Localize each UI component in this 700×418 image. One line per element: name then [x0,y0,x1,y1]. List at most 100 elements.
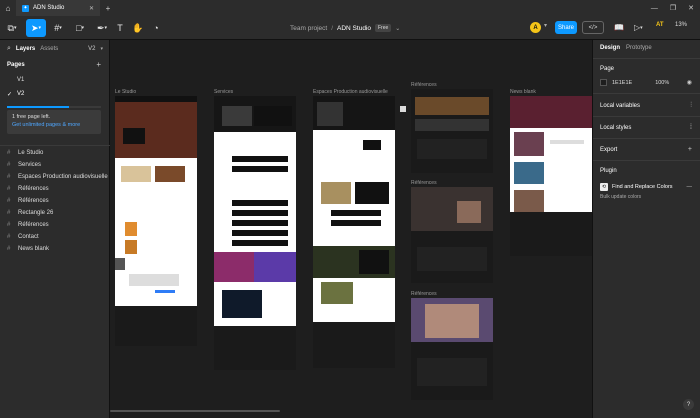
user-avatar[interactable]: A [530,22,541,33]
layer-name: Références [18,222,49,228]
frame-icon: # [7,198,11,204]
export-row[interactable]: Export + [600,146,692,153]
frame-label[interactable]: Services [214,89,233,95]
local-styles-label: Local styles [600,124,632,131]
layer-item[interactable]: # Contact [0,231,110,243]
home-icon[interactable]: ⌂ [0,0,16,16]
chevron-down-icon[interactable]: ⌄ [395,25,400,32]
minus-icon[interactable]: — [687,184,693,190]
frame-services[interactable] [214,96,296,370]
move-tool-icon[interactable]: ➤ ▾ [26,19,46,37]
page-limit-progress [7,106,70,108]
layer-name: Rectangle 26 [18,210,54,216]
chevron-down-icon[interactable]: ▾ [544,22,547,29]
local-styles-row[interactable]: Local styles ⁞ [600,124,692,131]
page-opacity[interactable]: 100% [655,80,669,86]
horizontal-scrollbar[interactable] [110,410,280,412]
layer-name: News blank [18,246,50,252]
chevron-down-icon[interactable]: ▾ [100,46,103,52]
pen-tool-icon[interactable]: ✒ ▾ [94,19,110,37]
pages-header: Pages + [7,60,101,69]
frame-le-studio[interactable] [115,96,197,346]
play-icon[interactable]: ▷ ▾ [634,21,643,34]
right-panel: Design Prototype Page 1E1E1E 100% ◉ Loca… [592,40,700,418]
frame-tool-icon[interactable]: # ▾ [50,19,66,37]
dev-mode-toggle[interactable]: </> [582,21,604,34]
frame-label[interactable]: Références [411,82,437,88]
frame-label[interactable]: Références [411,291,437,297]
help-icon[interactable]: ? [683,399,694,410]
frame-references-1[interactable] [411,89,493,173]
main-menu-icon[interactable]: ⧉ ▾ [4,19,20,37]
selection-square[interactable] [400,106,406,112]
layer-item[interactable]: # Le Studio [0,147,110,159]
share-button[interactable]: Share [555,21,577,34]
layer-item[interactable]: # Références [0,195,110,207]
add-page-icon[interactable]: + [96,60,101,69]
layer-item[interactable]: # Références [0,219,110,231]
tab-design[interactable]: Design [600,45,620,51]
frame-references-3[interactable] [411,298,493,400]
comment-tool-icon[interactable]: ◔ [150,19,162,37]
page-item-v1[interactable]: V1 [7,75,103,85]
page-section-header: Page [600,66,692,72]
plan-badge: Free [375,24,392,32]
plugin-section-header: Plugin [600,168,692,174]
breadcrumb: Team project / ADN Studio Free ⌄ [290,16,400,40]
upgrade-link[interactable]: Get unlimited pages & more [12,122,96,128]
eye-icon[interactable]: ◉ [687,79,692,86]
layer-item[interactable]: # Références [0,183,110,195]
page-color-value[interactable]: 1E1E1E [612,80,632,86]
search-icon[interactable]: ⌕ [7,45,11,53]
zoom-level[interactable]: 13% [675,22,687,28]
close-window-icon[interactable]: ✕ [688,4,694,12]
frame-icon: # [7,174,11,180]
page-item-v2[interactable]: ✓ V2 [7,89,103,99]
frame-icon: # [7,234,11,240]
design-tabs: Design Prototype [600,45,652,51]
frame-label[interactable]: Références [411,180,437,186]
shape-tool-icon[interactable]: □ ▾ [72,19,88,37]
frame-label[interactable]: News blank [510,89,536,95]
layer-item[interactable]: # Espaces Production audiovisuelle [0,171,110,183]
frame-espaces-production[interactable] [313,96,395,368]
file-tab[interactable]: ✦ ADN Studio ✕ [16,0,100,16]
frame-news-blank[interactable] [510,96,592,256]
close-icon[interactable]: ✕ [89,5,94,12]
plugin-item[interactable]: ⟲ Find and Replace Colors — Bulk update … [600,183,692,200]
frame-label[interactable]: Le Studio [115,89,136,95]
plus-icon[interactable]: + [688,146,692,153]
local-variables-row[interactable]: Local variables ⫶ [600,102,692,110]
breadcrumb-separator: / [331,24,334,32]
book-icon[interactable]: 📖 [614,21,624,34]
left-panel-header: ⌕ Layers Assets V2 ▾ [7,43,103,55]
page-color-swatch[interactable] [600,79,607,86]
text-tool-icon[interactable]: T [114,19,126,37]
frame-references-2[interactable] [411,187,493,283]
layer-name: Contact [18,234,39,240]
plugin-name[interactable]: Find and Replace Colors [612,184,673,190]
new-tab-icon[interactable]: + [100,4,116,13]
sliders-icon[interactable]: ⫶ [690,102,692,110]
canvas[interactable]: Le Studio Services Espaces Production au… [110,40,592,418]
minimize-icon[interactable]: — [651,5,658,12]
layer-item[interactable]: # Services [0,159,110,171]
project-name[interactable]: Team project [290,25,327,32]
export-label: Export [600,146,618,153]
hand-tool-icon[interactable]: ✋ [132,19,144,37]
file-name[interactable]: ADN Studio [337,25,371,32]
layer-item[interactable]: # News blank [0,243,110,255]
layer-item[interactable]: # Rectangle 26 [0,207,110,219]
plugin-section-title: Plugin [600,168,617,174]
tab-assets[interactable]: Assets [40,46,58,52]
tab-prototype[interactable]: Prototype [626,45,652,51]
collaborator-initials[interactable]: AT [656,22,664,28]
layer-list: # Le Studio # Services # Espaces Production a… [0,144,110,255]
style-icon[interactable]: ⁞ [690,124,692,131]
frame-label[interactable]: Espaces Production audiovisuelle [313,89,388,95]
maximize-icon[interactable]: ❐ [670,4,676,12]
tab-layers[interactable]: Layers [16,46,35,52]
page-name: V1 [17,77,25,83]
page-section-title: Page [600,66,615,72]
version-dropdown[interactable]: V2 [88,46,95,52]
